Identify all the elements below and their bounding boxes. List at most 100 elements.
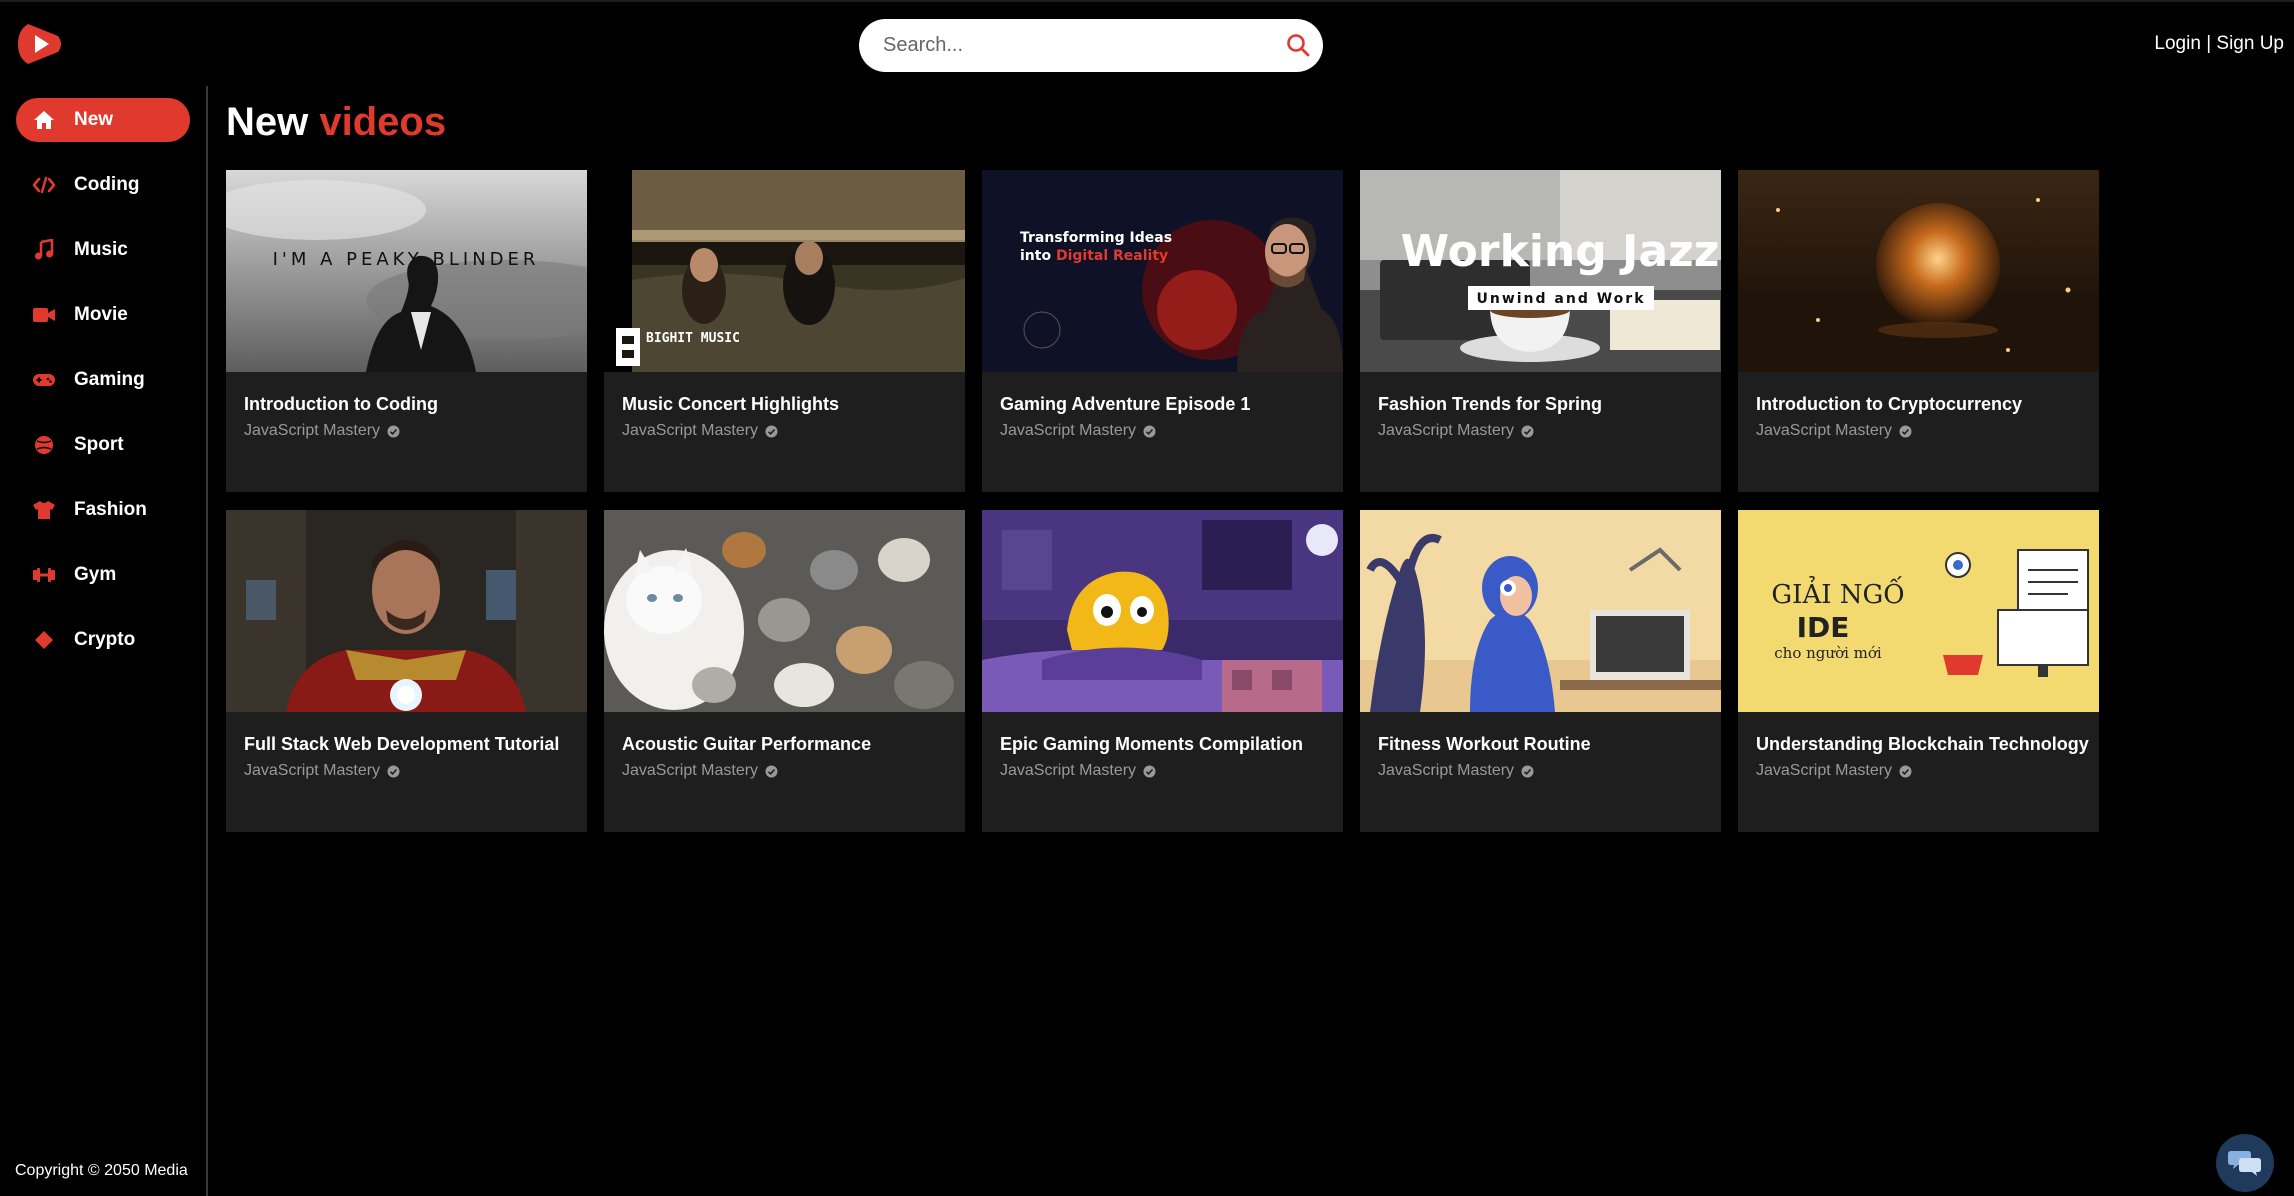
channel-name[interactable]: JavaScript Mastery: [1756, 422, 1912, 440]
chat-button[interactable]: [2216, 1134, 2274, 1192]
sidebar-item-coding[interactable]: Coding: [16, 163, 190, 207]
video-card[interactable]: BIGHIT MUSIC Music Concert Highlights Ja…: [604, 170, 965, 492]
video-thumbnail[interactable]: [1360, 510, 1721, 712]
verified-check-icon: [387, 425, 400, 437]
gamepad-icon: [32, 368, 56, 392]
video-card[interactable]: Working Jazz Unwind and Work Fashion Tre…: [1360, 170, 1721, 492]
diamond-icon: [32, 628, 56, 652]
verified-check-icon: [1521, 765, 1534, 777]
channel-label[interactable]: JavaScript Mastery: [1378, 422, 1514, 440]
thumb-text: GIẢI NGỐ: [1771, 575, 1904, 610]
channel-name[interactable]: JavaScript Mastery: [1000, 422, 1156, 440]
verified-check-icon: [1899, 765, 1912, 777]
code-icon: [32, 173, 56, 197]
channel-label[interactable]: JavaScript Mastery: [1000, 422, 1136, 440]
video-thumbnail[interactable]: BIGHIT MUSIC: [604, 170, 965, 372]
video-thumbnail[interactable]: Working Jazz Unwind and Work: [1360, 170, 1721, 372]
channel-name[interactable]: JavaScript Mastery: [244, 762, 400, 780]
video-title[interactable]: Music Concert Highlights: [622, 394, 839, 415]
sidebar-item-fashion[interactable]: Fashion: [16, 488, 190, 532]
video-thumbnail[interactable]: I'M A PEAKY BLINDER: [226, 170, 587, 372]
verified-check-icon: [765, 425, 778, 437]
video-title[interactable]: Fitness Workout Routine: [1378, 734, 1591, 755]
channel-name[interactable]: JavaScript Mastery: [1756, 762, 1912, 780]
thumb-text: into Digital Reality: [1020, 248, 1168, 264]
page-title: New videos: [226, 100, 446, 145]
channel-name[interactable]: JavaScript Mastery: [622, 422, 778, 440]
channel-label[interactable]: JavaScript Mastery: [1756, 762, 1892, 780]
thumb-subtext: Unwind and Work: [1476, 291, 1645, 307]
video-card[interactable]: GIẢI NGỐ IDE cho người mới Understanding…: [1738, 510, 2099, 832]
sidebar-item-gaming[interactable]: Gaming: [16, 358, 190, 402]
sidebar-item-label: Coding: [74, 174, 140, 195]
sidebar-item-gym[interactable]: Gym: [16, 553, 190, 597]
video-thumbnail[interactable]: [604, 510, 965, 712]
channel-label[interactable]: JavaScript Mastery: [244, 422, 380, 440]
video-thumbnail[interactable]: GIẢI NGỐ IDE cho người mới: [1738, 510, 2099, 712]
ball-icon: [32, 433, 56, 457]
channel-name[interactable]: JavaScript Mastery: [244, 422, 400, 440]
channel-name[interactable]: JavaScript Mastery: [622, 762, 778, 780]
verified-check-icon: [1899, 425, 1912, 437]
channel-label[interactable]: JavaScript Mastery: [1378, 762, 1514, 780]
thumb-text: cho người mới: [1774, 644, 1882, 662]
channel-label[interactable]: JavaScript Mastery: [244, 762, 380, 780]
video-title[interactable]: Gaming Adventure Episode 1: [1000, 394, 1250, 415]
channel-label[interactable]: JavaScript Mastery: [622, 422, 758, 440]
sidebar-item-music[interactable]: Music: [16, 228, 190, 272]
thumb-text: I'M A PEAKY BLINDER: [273, 249, 540, 270]
verified-check-icon: [1521, 425, 1534, 437]
thumb-text: IDE: [1797, 611, 1850, 644]
channel-name[interactable]: JavaScript Mastery: [1378, 422, 1534, 440]
dumbbell-icon: [32, 563, 56, 587]
sidebar-item-label: Gaming: [74, 369, 145, 390]
login-signup-link[interactable]: Login | Sign Up: [2154, 33, 2284, 55]
video-card[interactable]: Acoustic Guitar Performance JavaScript M…: [604, 510, 965, 832]
channel-label[interactable]: JavaScript Mastery: [622, 762, 758, 780]
sidebar-item-label: Fashion: [74, 499, 147, 520]
top-bar: Login | Sign Up: [0, 0, 2294, 86]
channel-name[interactable]: JavaScript Mastery: [1378, 762, 1534, 780]
video-thumbnail[interactable]: [1738, 170, 2099, 372]
sidebar-item-label: Crypto: [74, 629, 136, 650]
channel-label[interactable]: JavaScript Mastery: [1756, 422, 1892, 440]
video-card[interactable]: Full Stack Web Development Tutorial Java…: [226, 510, 587, 832]
logo-play-icon[interactable]: [14, 18, 66, 70]
video-card[interactable]: Fitness Workout Routine JavaScript Maste…: [1360, 510, 1721, 832]
music-note-icon: [32, 238, 56, 262]
video-thumbnail[interactable]: [226, 510, 587, 712]
channel-name[interactable]: JavaScript Mastery: [1000, 762, 1156, 780]
video-title[interactable]: Acoustic Guitar Performance: [622, 734, 871, 755]
video-card[interactable]: Transforming Ideas into Digital Reality …: [982, 170, 1343, 492]
sidebar: New Coding Music Movie Gaming Sport Fash…: [0, 86, 208, 1196]
search-icon[interactable]: [1285, 32, 1311, 58]
shirt-icon: [32, 498, 56, 522]
sidebar-item-movie[interactable]: Movie: [16, 293, 190, 337]
video-card[interactable]: Introduction to Cryptocurrency JavaScrip…: [1738, 170, 2099, 492]
channel-label[interactable]: JavaScript Mastery: [1000, 762, 1136, 780]
home-icon: [32, 108, 56, 132]
video-title[interactable]: Epic Gaming Moments Compilation: [1000, 734, 1303, 755]
thumb-text: Transforming Ideas: [1020, 230, 1172, 246]
video-title[interactable]: Full Stack Web Development Tutorial: [244, 734, 559, 755]
sidebar-item-label: Sport: [74, 434, 124, 455]
auth-label[interactable]: Login | Sign Up: [2154, 33, 2284, 54]
search-input[interactable]: [881, 27, 1261, 63]
video-title[interactable]: Introduction to Coding: [244, 394, 438, 415]
video-title[interactable]: Fashion Trends for Spring: [1378, 394, 1602, 415]
verified-check-icon: [1143, 425, 1156, 437]
video-title[interactable]: Introduction to Cryptocurrency: [1756, 394, 2022, 415]
sidebar-item-crypto[interactable]: Crypto: [16, 618, 190, 662]
thumb-text: BIGHIT MUSIC: [646, 331, 740, 346]
video-thumbnail[interactable]: [982, 510, 1343, 712]
video-title[interactable]: Understanding Blockchain Technology: [1756, 734, 2089, 755]
video-card[interactable]: Epic Gaming Moments Compilation JavaScri…: [982, 510, 1343, 832]
sidebar-item-sport[interactable]: Sport: [16, 423, 190, 467]
sidebar-item-new[interactable]: New: [16, 98, 190, 142]
thumb-text: Working Jazz: [1401, 226, 1720, 277]
sidebar-item-label: New: [74, 109, 114, 130]
video-camera-icon: [32, 303, 56, 327]
sidebar-item-label: Movie: [74, 304, 128, 325]
video-thumbnail[interactable]: Transforming Ideas into Digital Reality: [982, 170, 1343, 372]
video-card[interactable]: I'M A PEAKY BLINDER Introduction to Codi…: [226, 170, 587, 492]
